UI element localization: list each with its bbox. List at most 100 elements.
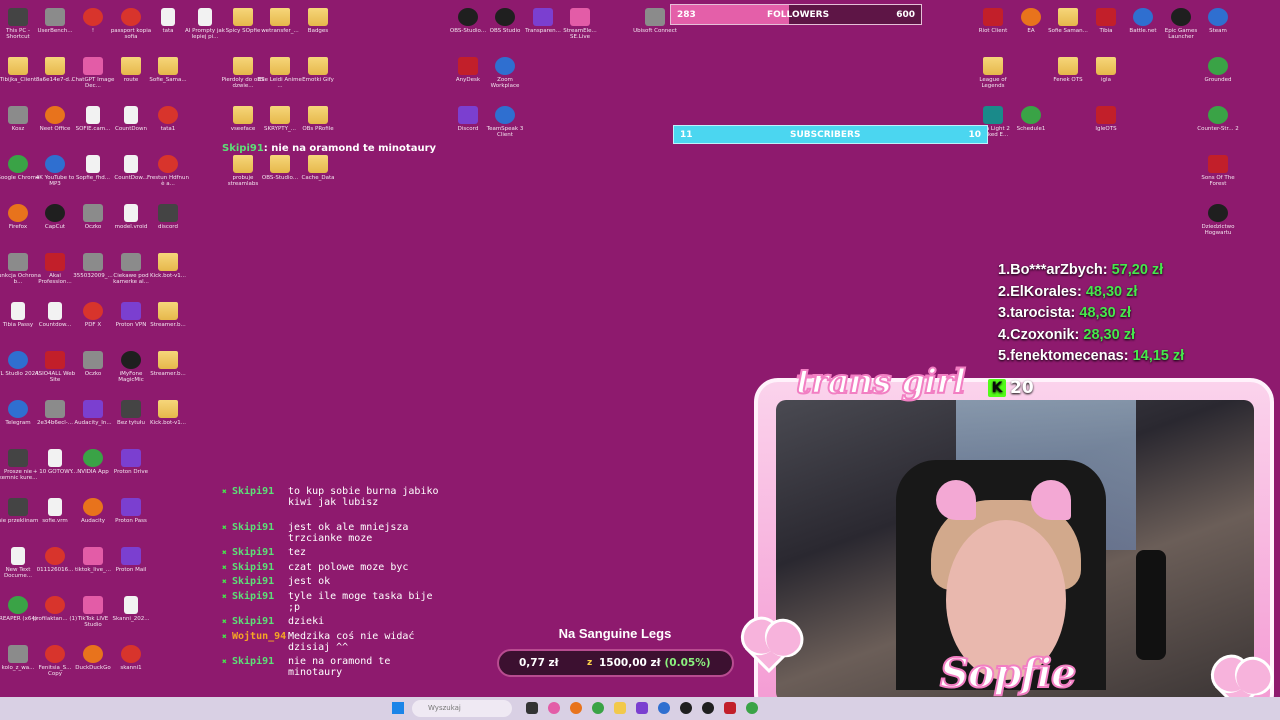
app-icon	[45, 351, 65, 369]
cat-ear-headphone-left	[936, 480, 976, 520]
desktop-icon[interactable]: Cache_Data	[295, 155, 341, 181]
desktop-icon-label: 4K YouTube to MP3	[35, 175, 75, 187]
desktop-icon-label: IgleOTS	[1095, 126, 1117, 132]
desktop-icon-label: route	[123, 77, 139, 83]
desktop-icon[interactable]: IgleOTS	[1083, 106, 1129, 132]
app-icon[interactable]	[548, 702, 560, 714]
desktop-icon-label: tiktok_live_...	[74, 567, 112, 573]
obs-icon[interactable]	[680, 702, 692, 714]
donor-amount: 57,20 zł	[1111, 262, 1164, 278]
app-icon	[1096, 106, 1116, 124]
desktop-icon-label: Audacity	[80, 518, 106, 524]
app-icon[interactable]	[724, 702, 736, 714]
app-icon	[458, 106, 478, 124]
folder-icon	[1058, 57, 1078, 75]
desktop-icon[interactable]: Counter-Str... 2	[1195, 106, 1241, 132]
chat-message-row: ✖ Skipi91 tez	[222, 547, 448, 559]
desktop-icon[interactable]: Proton Mail	[108, 547, 154, 573]
donor-row: 2.ElKorales: 48,30 zł	[998, 282, 1184, 304]
desktop-icon[interactable]: Kick.bot-v1...	[145, 400, 191, 426]
chrome-icon[interactable]	[592, 702, 604, 714]
desktop-icon[interactable]: Schedule1	[1008, 106, 1054, 132]
cat-ear-headphone-right	[1031, 480, 1071, 520]
donor-row: 1.Bo***arZbych: 57,20 zł	[998, 260, 1184, 282]
kick-badge-icon: ✖	[222, 577, 227, 586]
desktop-icon-label: Transparen...	[525, 28, 561, 34]
app-icon	[45, 106, 65, 124]
pdf-icon	[121, 645, 141, 663]
desktop-icon-label: vseeface	[230, 126, 256, 132]
desktop-icon-label: TikTok LIVE Studio	[77, 616, 109, 628]
app-icon	[8, 253, 28, 271]
desktop-icon[interactable]: Emotki Gify	[295, 57, 341, 83]
desktop-icon[interactable]: Proton Drive	[108, 449, 154, 475]
desktop-icon-label: Oczko	[84, 371, 102, 377]
obs-icon[interactable]	[702, 702, 714, 714]
desktop-icon[interactable]: OBs PRofile	[295, 106, 341, 132]
pdf-icon	[158, 155, 178, 173]
app-icon	[1208, 106, 1228, 124]
app-icon	[1096, 8, 1116, 26]
desktop-icon-label: probuje streamlabs	[227, 175, 259, 187]
kick-badge-icon: ✖	[222, 592, 227, 601]
desktop-icon[interactable]: tata1	[145, 106, 191, 132]
desktop-icon[interactable]: igla	[1083, 57, 1129, 83]
desktop-icon[interactable]: Zoom Workplace	[482, 57, 528, 89]
desktop-icon-label: tata	[162, 28, 174, 34]
task-view-icon[interactable]	[526, 702, 538, 714]
chat-username: Skipi91	[232, 486, 275, 497]
desktop-icon-label: igla	[1101, 77, 1111, 83]
app-icon	[495, 8, 515, 26]
desktop-icon[interactable]: StreamEle... SE.Live	[557, 8, 603, 40]
desktop-icon[interactable]: Grounded	[1195, 57, 1241, 83]
microphone	[1136, 550, 1166, 660]
desktop-icon-label: sofie.vrm	[42, 518, 68, 524]
app-icon[interactable]	[636, 702, 648, 714]
desktop-icon[interactable]: discord	[145, 204, 191, 230]
desktop-icon[interactable]: Kick.bot-v1...	[145, 253, 191, 279]
desktop-icon-label: skanni1	[120, 665, 142, 671]
subscribers-target: 10	[968, 129, 981, 140]
desktop-icon[interactable]: Badges	[295, 8, 341, 34]
desktop-icon[interactable]: League of Legends	[970, 57, 1016, 89]
taskbar-search[interactable]: Wyszukaj	[412, 700, 512, 717]
app-icon[interactable]	[570, 702, 582, 714]
kick-badge-icon: ✖	[222, 523, 227, 532]
app-icon	[1208, 57, 1228, 75]
whatsapp-icon[interactable]	[746, 702, 758, 714]
kick-badge-icon: ✖	[222, 657, 227, 666]
desktop-icon-label: Tibia	[1099, 28, 1113, 34]
desktop-icon[interactable]: Proton Pass	[108, 498, 154, 524]
desktop-icon[interactable]: Steam	[1195, 8, 1241, 34]
chat-message: jest ok ale mniejsza trzcianke moze	[288, 522, 409, 544]
app-icon	[570, 8, 590, 26]
folder-icon	[233, 57, 253, 75]
desktop-icon[interactable]: Dziedzictwo Hogwartu	[1195, 204, 1241, 236]
file-explorer-icon[interactable]	[614, 702, 626, 714]
desktop-icon-label: iMyFone MagicMic	[118, 371, 144, 383]
app-icon	[1171, 8, 1191, 26]
chat-message: Medzika coś nie widać dzisiaj ^^	[288, 631, 415, 653]
desktop-icon[interactable]: TeamSpeak 3 Client	[482, 106, 528, 138]
kick-badge-icon: ✖	[222, 632, 227, 641]
messenger-icon[interactable]	[658, 702, 670, 714]
app-icon	[983, 106, 1003, 124]
desktop-icon[interactable]: Skanni_202...	[108, 596, 154, 622]
desktop-icon-label: EA	[1027, 28, 1035, 34]
chat-message: czat polowe moze byc	[288, 562, 409, 573]
desktop-icon-label: Audacity_In...	[74, 420, 112, 426]
desktop-icon[interactable]: Frestun Hdfnun è a...	[145, 155, 191, 187]
donor-name: Bo***arZbych:	[1010, 262, 1108, 278]
document-icon	[11, 302, 25, 320]
desktop-icon[interactable]: skanni1	[108, 645, 154, 671]
folder-icon	[270, 155, 290, 173]
desktop-icon[interactable]: Sofie_Sama...	[145, 57, 191, 83]
app-icon	[158, 204, 178, 222]
app-icon	[8, 8, 28, 26]
viewer-count: 20	[1010, 378, 1034, 398]
desktop-icon[interactable]: Streamer.b...	[145, 302, 191, 328]
desktop-icon[interactable]: Sons Of The Forest	[1195, 155, 1241, 187]
windows-start-icon[interactable]	[392, 702, 404, 714]
followers-current: 283	[677, 9, 696, 20]
desktop-icon[interactable]: Streamer.b...	[145, 351, 191, 377]
